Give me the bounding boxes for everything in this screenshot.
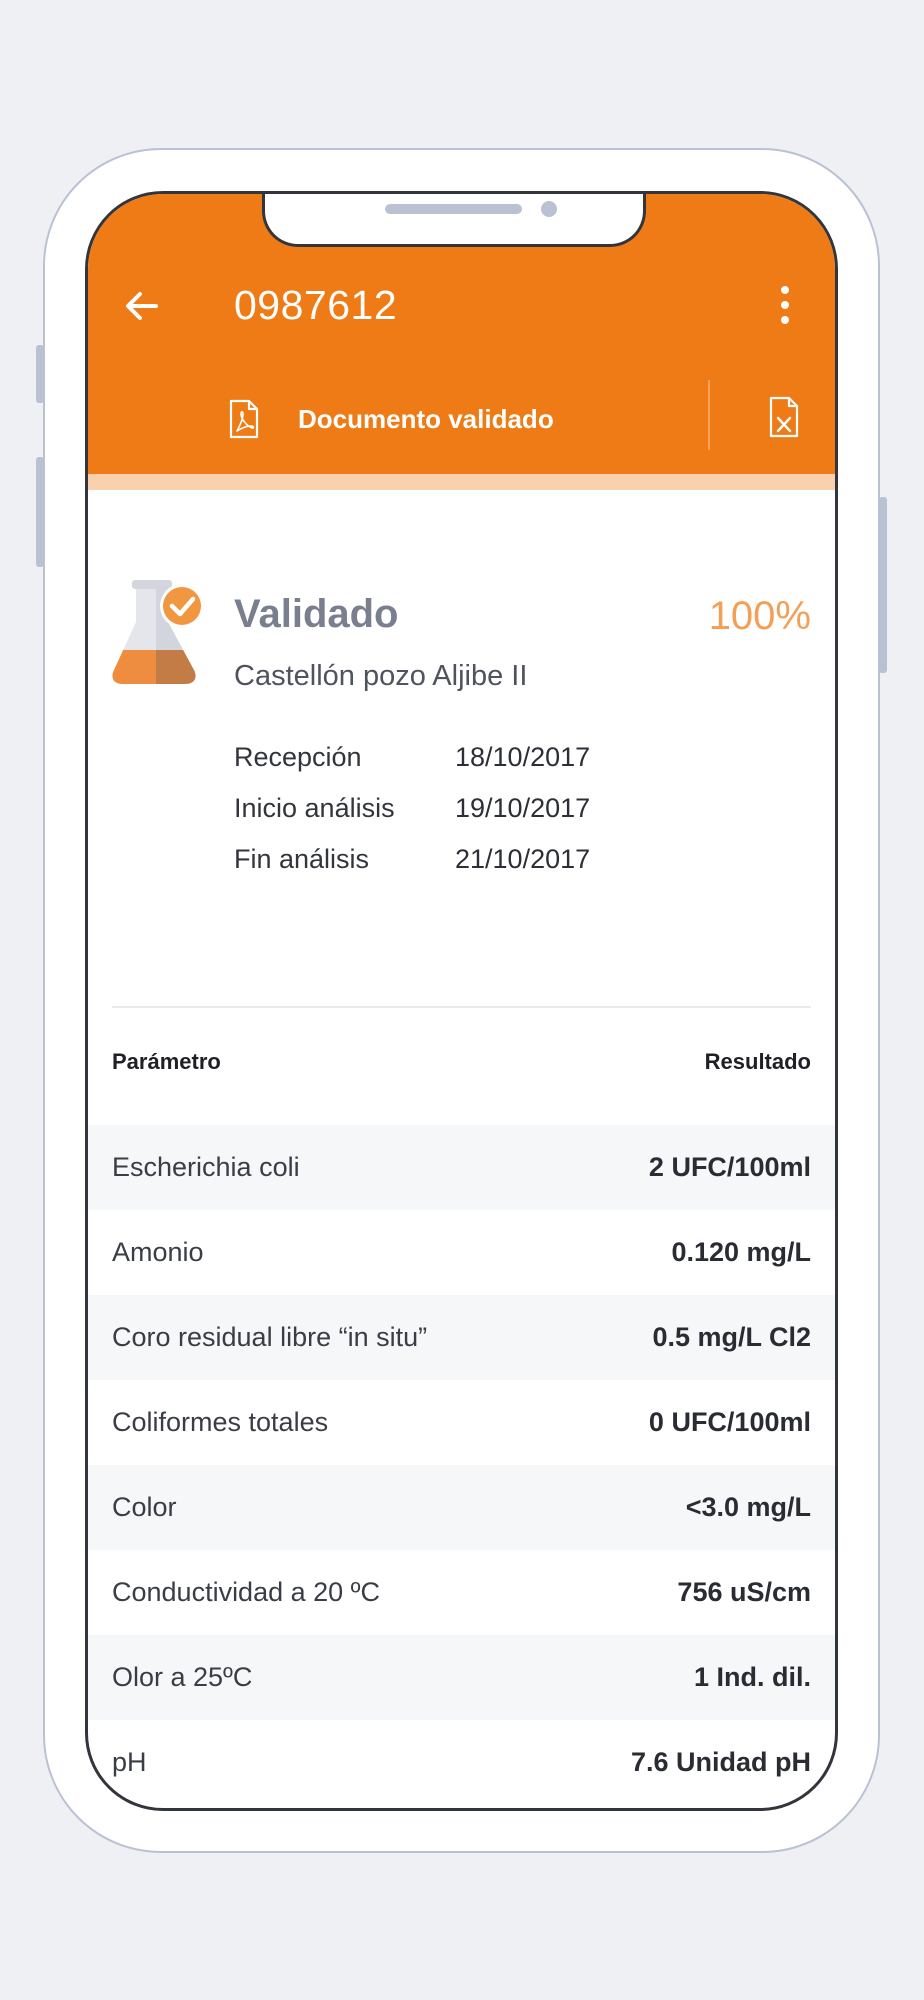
row-result: 0 UFC/100ml [648,1407,811,1437]
date-value-start: 19/10/2017 [455,793,591,823]
row-parameter: Escherichia coli [112,1152,300,1182]
table-row[interactable]: Amonio 0.120 mg/L [88,1210,835,1295]
page-title: 0987612 [234,282,398,328]
phone-screen: 0987612 Documento validado Validado 100%… [85,191,838,1811]
row-result: 756 uS/cm [677,1577,811,1607]
row-parameter: Color [112,1492,177,1522]
sample-location: Castellón pozo Aljibe II [234,660,528,692]
status-label: Validado [234,592,399,636]
date-label-start: Inicio análisis [234,793,395,823]
more-menu-button[interactable] [770,282,800,328]
date-label-reception: Recepción [234,742,362,772]
action-divider [708,380,710,450]
more-vertical-icon [781,286,789,324]
excel-file-icon [769,396,799,438]
app-bar-progress-strip [88,474,835,490]
date-value-reception: 18/10/2017 [455,742,591,772]
excel-export-button[interactable] [768,396,800,438]
speaker-grille [385,204,522,214]
row-parameter: pH [112,1747,147,1777]
results-table-header: Parámetro Resultado [88,1049,835,1075]
row-result: 0.120 mg/L [671,1237,811,1267]
row-result: 1 Ind. dil. [693,1662,811,1692]
front-camera [541,201,557,217]
section-divider [112,1006,811,1008]
table-row[interactable]: Coro residual libre “in situ” 0.5 mg/L C… [88,1295,835,1380]
pdf-file-icon [229,399,259,439]
date-value-end: 21/10/2017 [455,844,591,874]
phone-notch [262,194,646,247]
results-table: Escherichia coli 2 UFC/100ml Amonio 0.12… [88,1125,835,1805]
table-row[interactable]: Coliformes totales 0 UFC/100ml [88,1380,835,1465]
date-label-end: Fin análisis [234,844,370,874]
table-row[interactable]: Olor a 25ºC 1 Ind. dil. [88,1635,835,1720]
volume-up-button [36,345,44,403]
volume-down-button [36,457,44,567]
row-result: 7.6 Unidad pH [630,1747,811,1777]
completion-percent: 100% [708,594,811,638]
row-result: <3.0 mg/L [685,1492,811,1522]
column-header-result: Resultado [704,1049,811,1074]
arrow-left-icon [126,292,158,320]
row-parameter: Amonio [112,1237,204,1267]
row-result: 2 UFC/100ml [648,1152,811,1182]
column-header-parameter: Parámetro [112,1049,221,1074]
flask-check-icon [112,580,204,684]
pdf-document-button[interactable]: Documento validado [228,394,554,444]
power-button [879,497,887,673]
row-parameter: Conductividad a 20 ºC [112,1577,381,1607]
row-parameter: Coliformes totales [112,1407,329,1437]
document-status-label: Documento validado [298,403,554,434]
analysis-dates: Recepción 18/10/2017 Inicio análisis 19/… [234,739,590,878]
table-row[interactable]: Color <3.0 mg/L [88,1465,835,1550]
table-row[interactable]: pH 7.6 Unidad pH [88,1720,835,1805]
row-result: 0.5 mg/L Cl2 [652,1322,811,1352]
table-row[interactable]: Conductividad a 20 ºC 756 uS/cm [88,1550,835,1635]
row-parameter: Olor a 25ºC [112,1662,253,1692]
row-parameter: Coro residual libre “in situ” [112,1322,428,1352]
table-row[interactable]: Escherichia coli 2 UFC/100ml [88,1125,835,1210]
back-button[interactable] [120,284,164,328]
